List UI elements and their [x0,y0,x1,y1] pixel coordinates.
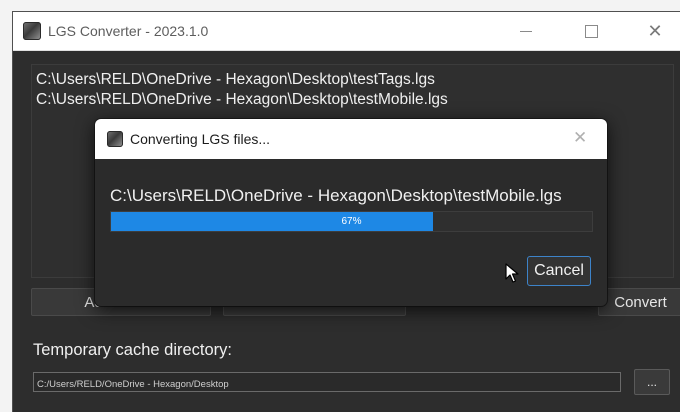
maximize-button[interactable] [568,12,614,50]
convert-button[interactable]: Convert [598,288,680,316]
app-icon [107,131,123,147]
close-icon: ✕ [647,20,663,41]
cache-directory-label: Temporary cache directory: [33,341,232,359]
app-icon [23,22,41,40]
browse-button[interactable]: ... [634,369,670,395]
close-button[interactable]: ✕ [632,12,678,50]
minimize-button[interactable] [503,12,549,50]
maximize-icon [584,24,598,38]
progress-bar: 67% [110,211,593,232]
minimize-icon [520,30,532,32]
mouse-cursor-icon [505,263,519,283]
window-title: LGS Converter - 2023.1.0 [48,23,209,39]
window-titlebar[interactable]: LGS Converter - 2023.1.0 ✕ [13,12,680,51]
close-icon[interactable]: ✕ [573,128,587,148]
cache-directory-input[interactable] [33,372,621,392]
list-item[interactable]: C:\Users\RELD\OneDrive - Hexagon\Desktop… [36,91,448,109]
dialog-title: Converting LGS files... [130,131,271,147]
progress-percent-label: 67% [341,216,362,227]
current-file-path: C:\Users\RELD\OneDrive - Hexagon\Desktop… [110,186,562,205]
cancel-button[interactable]: Cancel [527,256,591,286]
dialog-titlebar[interactable]: Converting LGS files... ✕ [95,119,607,159]
progress-dialog: Converting LGS files... ✕ C:\Users\RELD\… [95,119,607,306]
list-item[interactable]: C:\Users\RELD\OneDrive - Hexagon\Desktop… [36,71,435,89]
